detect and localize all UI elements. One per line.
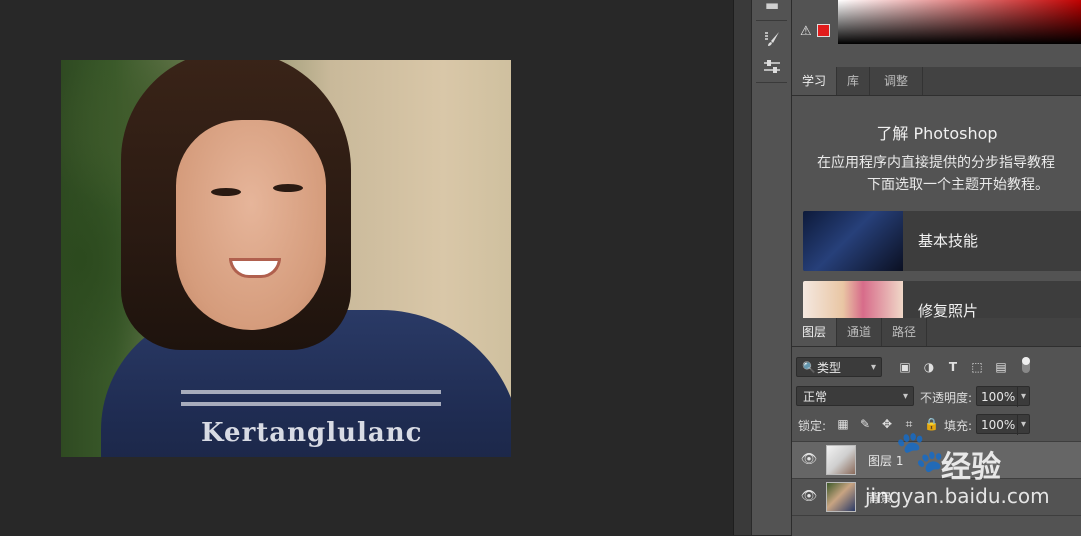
- blend-mode-value: 正常: [803, 390, 828, 404]
- type-layer-filter-icon[interactable]: T: [946, 360, 960, 374]
- tab-learn[interactable]: 学习: [792, 67, 838, 95]
- photo-stripe: [181, 390, 441, 394]
- lock-all-icon[interactable]: 🔒: [924, 417, 939, 431]
- tab-channels[interactable]: 通道: [837, 318, 883, 346]
- chevron-down-icon: ▾: [902, 391, 908, 402]
- tutorial-thumbnail: [803, 281, 903, 318]
- lock-label: 锁定:: [798, 419, 827, 433]
- layer-kind-filter-value: 类型: [817, 361, 842, 375]
- layer-row-layer1[interactable]: 👁 图层 1: [792, 441, 1081, 478]
- tutorial-card-basic-skills[interactable]: 基本技能: [803, 211, 1081, 271]
- tab-paths[interactable]: 路径: [882, 318, 928, 346]
- layer-thumbnail: [826, 482, 856, 512]
- photo-stripe: [181, 402, 441, 406]
- document-image[interactable]: Kertanglulanc: [61, 60, 511, 457]
- gamut-warning-icon[interactable]: ⚠: [800, 24, 812, 39]
- filter-toggle-switch[interactable]: [1022, 357, 1030, 373]
- chevron-down-icon: ▾: [870, 362, 876, 373]
- out-of-gamut-swatch[interactable]: [817, 24, 830, 37]
- color-picker-field[interactable]: [838, 0, 1081, 44]
- tutorial-card-label: 基本技能: [918, 232, 979, 250]
- fill-input[interactable]: 100% ▾: [976, 414, 1030, 435]
- learn-description: 下面选取一个主题开始教程。: [867, 177, 1049, 193]
- opacity-input[interactable]: 100% ▾: [976, 386, 1030, 407]
- color-panel: ⚠: [792, 0, 1081, 66]
- shape-layer-filter-icon[interactable]: ⬚: [970, 360, 984, 374]
- blend-mode-select[interactable]: 正常 ▾: [796, 386, 914, 406]
- pixel-layer-filter-icon[interactable]: ▣: [898, 360, 912, 374]
- adjustments-sliders-icon[interactable]: [761, 56, 783, 78]
- search-icon: 🔍: [802, 361, 816, 374]
- learn-panel-tabs: 学习 库 调整: [792, 67, 1081, 96]
- lock-artboard-icon[interactable]: ⌗: [902, 417, 916, 431]
- photo-eye: [211, 188, 241, 196]
- photo-shirt-text: Kertanglulanc: [201, 418, 423, 448]
- adjustment-layer-filter-icon[interactable]: ◑: [922, 360, 936, 374]
- layer-row-background[interactable]: 👁 背景: [792, 478, 1081, 515]
- collapsed-panel-icons: ▬: [751, 0, 791, 535]
- lock-image-pixels-icon[interactable]: ✎: [858, 417, 872, 431]
- lock-transparent-pixels-icon[interactable]: ▦: [836, 417, 850, 431]
- opacity-value: 100%: [981, 390, 1016, 404]
- brush-settings-icon[interactable]: [761, 28, 783, 50]
- divider: [756, 82, 787, 83]
- tab-libraries[interactable]: 库: [837, 67, 871, 95]
- layer-kind-filter[interactable]: 🔍 类型 ▾: [796, 357, 882, 377]
- opacity-label: 不透明度:: [920, 391, 973, 405]
- tutorial-thumbnail: [803, 211, 903, 271]
- layer-name: 背景: [868, 491, 893, 505]
- tab-adjustments[interactable]: 调整: [870, 67, 924, 95]
- tutorial-card-fix-photos[interactable]: 修复照片: [803, 281, 1081, 318]
- divider: [756, 20, 787, 21]
- lock-position-icon[interactable]: ✥: [880, 417, 894, 431]
- layers-panel-footer: [792, 515, 1081, 536]
- layer-thumbnail: [826, 445, 856, 475]
- photo-eye: [273, 184, 303, 192]
- fill-label: 填充:: [944, 419, 973, 433]
- tab-layers[interactable]: 图层: [792, 318, 838, 346]
- learn-panel: 了解 Photoshop 在应用程序内直接提供的分步指导教程 下面选取一个主题开…: [792, 96, 1081, 318]
- smart-object-filter-icon[interactable]: ▤: [994, 360, 1008, 374]
- tutorial-card-label: 修复照片: [918, 302, 979, 318]
- panel-collapse-icon[interactable]: ▬: [761, 0, 783, 16]
- learn-title: 了解 Photoshop: [876, 124, 998, 143]
- chevron-down-icon: ▾: [1016, 387, 1026, 407]
- right-panel-dock: ⚠ 学习 库 调整 了解 Photoshop 在应用程序内直接提供的分步指导教程…: [791, 0, 1081, 536]
- layers-panel-tabs: 图层 通道 路径: [792, 318, 1081, 347]
- panel-divider-strip: [733, 0, 752, 535]
- fill-value: 100%: [981, 418, 1016, 432]
- photo-face: [176, 120, 326, 330]
- canvas-area[interactable]: Kertanglulanc: [0, 0, 733, 535]
- visibility-eye-icon[interactable]: 👁: [800, 452, 818, 467]
- layer-name: 图层 1: [868, 454, 904, 468]
- chevron-down-icon: ▾: [1016, 415, 1026, 435]
- learn-description: 在应用程序内直接提供的分步指导教程: [817, 155, 1055, 171]
- visibility-eye-icon[interactable]: 👁: [800, 489, 818, 504]
